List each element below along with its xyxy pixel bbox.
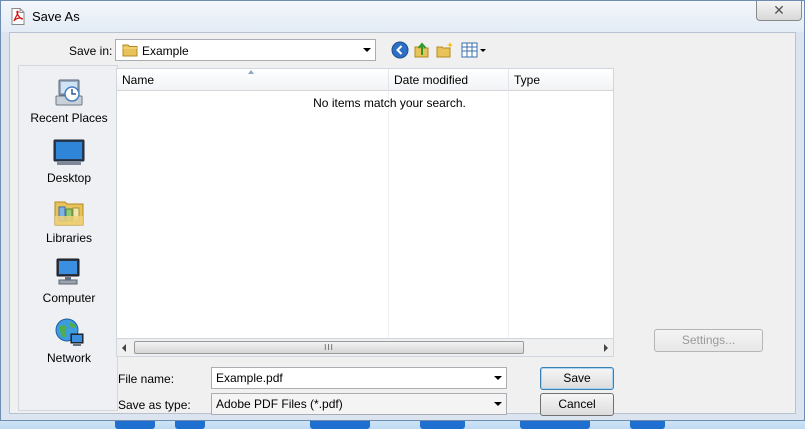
cancel-button[interactable]: Cancel: [540, 393, 614, 416]
place-label: Network: [46, 351, 91, 365]
place-network[interactable]: Network: [19, 316, 119, 365]
place-libraries[interactable]: Libraries: [19, 196, 119, 245]
file-name-value: Example.pdf: [216, 371, 283, 385]
save-in-label: Save in:: [69, 44, 113, 58]
close-button[interactable]: ✕: [756, 1, 802, 21]
file-name-label: File name:: [118, 372, 175, 386]
title-bar[interactable]: Save As ✕: [1, 1, 804, 32]
column-header-date-modified[interactable]: Date modified: [389, 69, 508, 91]
place-label: Computer: [42, 291, 96, 305]
settings-button[interactable]: Settings...: [654, 329, 763, 352]
dialog-client-area: Save in: Example Recent Places Desktop L…: [9, 32, 796, 416]
close-icon: ✕: [773, 2, 785, 18]
empty-list-message: No items match your search.: [313, 96, 466, 110]
horizontal-scrollbar[interactable]: III: [116, 338, 614, 357]
scroll-right-icon[interactable]: [604, 344, 608, 352]
view-menu-icon[interactable]: [461, 41, 487, 59]
save-as-type-dropdown[interactable]: Adobe PDF Files (*.pdf): [211, 393, 507, 415]
place-recent-places[interactable]: Recent Places: [19, 76, 119, 125]
libraries-icon: [54, 201, 84, 226]
recent-places-icon: [55, 79, 83, 106]
save-in-dropdown[interactable]: Example: [115, 39, 376, 61]
pdf-file-icon: [11, 8, 25, 25]
place-label: Recent Places: [30, 111, 108, 125]
place-desktop[interactable]: Desktop: [19, 136, 119, 185]
column-header-type[interactable]: Type: [509, 69, 613, 91]
place-label: Desktop: [46, 171, 92, 185]
file-name-field[interactable]: Example.pdf: [211, 367, 507, 389]
grip-icon: III: [324, 343, 334, 352]
save-as-dialog: Save As ✕ Save in: Example Recent Places…: [0, 0, 805, 421]
chevron-down-icon: [363, 48, 371, 52]
places-bar: Recent Places Desktop Libraries Computer…: [18, 65, 118, 411]
desktop-icon: [53, 139, 85, 165]
column-gridline: [388, 91, 389, 356]
chevron-down-icon[interactable]: [494, 376, 502, 380]
place-computer[interactable]: Computer: [19, 256, 119, 305]
new-folder-icon[interactable]: [436, 41, 454, 59]
place-label: Libraries: [45, 231, 93, 245]
save-as-type-value: Adobe PDF Files (*.pdf): [216, 397, 343, 411]
network-icon: [55, 318, 84, 346]
scroll-left-icon[interactable]: [122, 344, 126, 352]
sort-ascending-icon: [248, 70, 254, 74]
column-header-name[interactable]: Name: [117, 69, 388, 91]
chevron-down-icon: [494, 402, 502, 406]
window-title: Save As: [32, 9, 80, 24]
scrollbar-thumb[interactable]: III: [134, 341, 524, 354]
up-folder-icon[interactable]: [413, 41, 431, 59]
save-in-value: Example: [142, 44, 189, 58]
computer-icon: [56, 258, 80, 285]
save-as-type-label: Save as type:: [118, 398, 191, 412]
save-button[interactable]: Save: [540, 367, 614, 390]
column-gridline: [508, 91, 509, 356]
folder-icon: [122, 44, 138, 57]
file-list[interactable]: Name Date modified Type No items match y…: [116, 68, 614, 357]
back-arrow-icon[interactable]: [391, 41, 409, 59]
